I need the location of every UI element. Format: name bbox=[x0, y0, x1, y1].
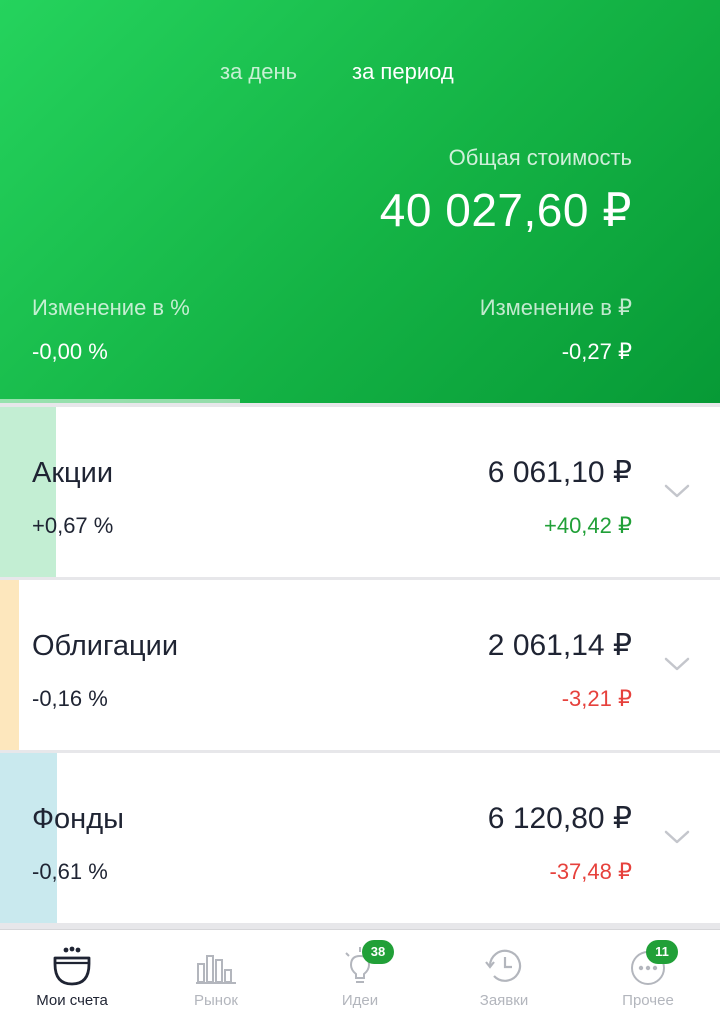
asset-card-funds[interactable]: Фонды -0,61 % 6 120,80 ₽ -37,48 ₽ bbox=[0, 753, 720, 923]
asset-change-percent: -0,61 % bbox=[32, 859, 108, 884]
asset-change-percent: -0,16 % bbox=[32, 686, 108, 711]
asset-color-marker bbox=[0, 407, 56, 577]
asset-color-marker bbox=[0, 753, 57, 923]
history-clock-icon bbox=[485, 949, 522, 982]
asset-card-stocks[interactable]: Акции +0,67 % 6 061,10 ₽ +40,42 ₽ bbox=[0, 407, 720, 577]
chevron-down-icon[interactable] bbox=[664, 656, 690, 672]
bar-chart-icon bbox=[196, 955, 236, 984]
total-value-amount: 40 027,60 ₽ bbox=[379, 184, 632, 236]
tab-label: Мои счета bbox=[36, 992, 108, 1009]
wallet-icon bbox=[53, 946, 91, 986]
asset-value: 6 061,10 ₽ bbox=[487, 456, 632, 489]
tab-label: Заявки bbox=[479, 992, 529, 1009]
asset-change-rub: -37,48 ₽ bbox=[549, 859, 633, 884]
bottom-tab-bar: Мои счета Рынок 38 Идеи Заявки 11 Прочее bbox=[0, 929, 720, 1025]
notification-badge: 38 bbox=[362, 940, 394, 964]
tab-label: Идеи bbox=[341, 992, 379, 1009]
period-day-tab[interactable]: за день bbox=[220, 56, 297, 88]
change-rub-label: Изменение в ₽ bbox=[479, 295, 632, 320]
asset-name: Облигации bbox=[32, 630, 179, 662]
period-switcher: за день за период bbox=[0, 56, 720, 90]
asset-color-marker bbox=[0, 580, 19, 750]
change-rub-value: -0,27 ₽ bbox=[561, 339, 632, 364]
period-indicator bbox=[0, 399, 240, 403]
tab-market[interactable]: Рынок bbox=[144, 930, 288, 1025]
chevron-down-icon[interactable] bbox=[664, 829, 690, 845]
chevron-down-icon[interactable] bbox=[664, 483, 690, 499]
change-percent-label: Изменение в % bbox=[32, 295, 190, 320]
asset-change-rub: -3,21 ₽ bbox=[561, 686, 632, 711]
notification-badge: 11 bbox=[646, 940, 678, 964]
asset-name: Фонды bbox=[32, 803, 124, 835]
change-percent-value: -0,00 % bbox=[32, 339, 108, 364]
tab-ideas[interactable]: 38 Идеи bbox=[288, 930, 432, 1025]
tab-label: Рынок bbox=[194, 992, 238, 1009]
asset-value: 6 120,80 ₽ bbox=[487, 802, 632, 835]
period-range-tab[interactable]: за период bbox=[352, 56, 454, 88]
asset-change-rub: +40,42 ₽ bbox=[543, 513, 632, 538]
asset-value: 2 061,14 ₽ bbox=[487, 629, 632, 662]
tab-label: Прочее bbox=[622, 992, 674, 1009]
portfolio-summary-header: за день за период Общая стоимость 40 027… bbox=[0, 0, 720, 403]
total-value-label: Общая стоимость bbox=[448, 145, 632, 170]
asset-change-percent: +0,67 % bbox=[32, 513, 114, 538]
tab-more[interactable]: 11 Прочее bbox=[576, 930, 720, 1025]
tab-orders[interactable]: Заявки bbox=[432, 930, 576, 1025]
asset-card-bonds[interactable]: Облигации -0,16 % 2 061,14 ₽ -3,21 ₽ bbox=[0, 580, 720, 750]
asset-name: Акции bbox=[32, 457, 114, 489]
tab-my-accounts[interactable]: Мои счета bbox=[0, 930, 144, 1025]
